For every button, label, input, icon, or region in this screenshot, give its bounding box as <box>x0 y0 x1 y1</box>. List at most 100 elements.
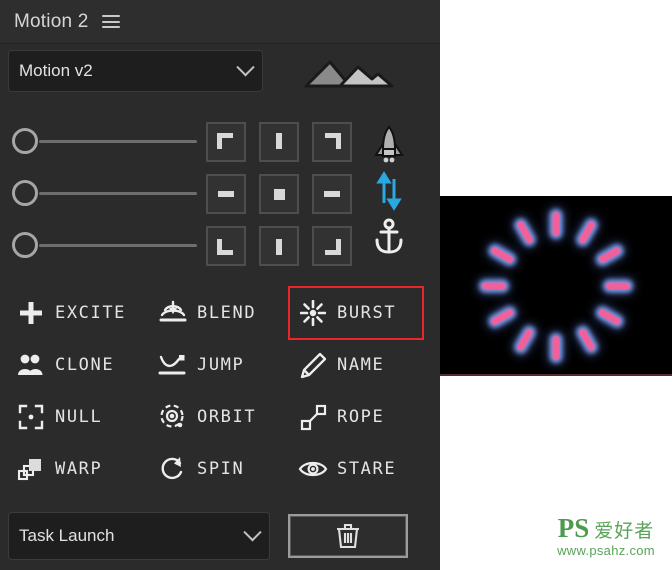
command-stare[interactable]: STARE <box>290 444 422 494</box>
command-warp[interactable]: WARP <box>8 444 140 494</box>
blend-icon <box>158 298 188 328</box>
anchor-middle-left[interactable] <box>206 174 246 214</box>
command-excite[interactable]: EXCITE <box>8 288 140 338</box>
slider-handle[interactable] <box>12 180 38 206</box>
motion-panel: Motion 2 Motion v2 EXCITE BLEND BURST CL… <box>0 0 440 570</box>
corner-bottom-left-icon <box>217 237 235 255</box>
arrows-vertical-icon[interactable] <box>370 170 410 214</box>
burst-capsule <box>577 327 597 352</box>
command-null[interactable]: NULL <box>8 392 140 442</box>
burst-capsule <box>552 212 560 236</box>
screenshot-root: Motion 2 Motion v2 EXCITE BLEND BURST CL… <box>0 0 672 570</box>
rocket-icon[interactable] <box>370 124 410 168</box>
side-icon-column <box>368 118 414 274</box>
burst-capsule <box>552 336 560 360</box>
pencil-icon <box>298 350 328 380</box>
command-clone[interactable]: CLONE <box>8 340 140 390</box>
slider-3[interactable] <box>12 230 197 260</box>
slider-track[interactable] <box>39 139 197 143</box>
burst-capsule <box>490 245 515 265</box>
command-label: NULL <box>55 407 103 427</box>
command-label: ORBIT <box>197 407 257 427</box>
hamburger-icon[interactable] <box>102 15 121 28</box>
anchor-bottom-center[interactable] <box>259 226 299 266</box>
burst-capsule <box>597 307 622 327</box>
spin-icon <box>158 454 188 484</box>
anchor-top-center[interactable] <box>259 122 299 162</box>
page-title: Motion 2 <box>14 10 89 32</box>
preview-area <box>440 0 672 570</box>
chevron-down-icon <box>236 57 255 76</box>
anchor-middle-right[interactable] <box>312 174 352 214</box>
slider-handle[interactable] <box>12 128 38 154</box>
slider-2[interactable] <box>12 178 197 208</box>
command-label: NAME <box>337 355 385 375</box>
anchor-bottom-left[interactable] <box>206 226 246 266</box>
task-dropdown[interactable]: Task Launch <box>8 512 270 560</box>
command-blend[interactable]: BLEND <box>150 288 282 338</box>
anchor-top-left[interactable] <box>206 122 246 162</box>
command-label: STARE <box>337 459 397 479</box>
command-rope[interactable]: ROPE <box>290 392 422 442</box>
command-label: SPIN <box>197 459 245 479</box>
burst-preview[interactable] <box>440 196 672 376</box>
command-name[interactable]: NAME <box>290 340 422 390</box>
command-spin[interactable]: SPIN <box>150 444 282 494</box>
plus-icon <box>16 298 46 328</box>
preset-value: Motion v2 <box>19 61 93 80</box>
anchor-center[interactable] <box>259 174 299 214</box>
transform-controls <box>0 118 440 278</box>
bar-horizontal-icon <box>217 185 235 203</box>
command-grid: EXCITE BLEND BURST CLONE JUMP NAME NULL … <box>0 286 440 496</box>
command-orbit[interactable]: ORBIT <box>150 392 282 442</box>
task-value: Task Launch <box>19 526 115 545</box>
chevron-down-icon <box>243 522 262 541</box>
bar-horizontal-icon <box>323 185 341 203</box>
mountain-icon[interactable] <box>300 55 396 89</box>
slider-track[interactable] <box>39 243 197 247</box>
corner-top-left-icon <box>217 133 235 151</box>
burst-capsules <box>440 196 672 376</box>
rope-icon <box>298 402 328 432</box>
command-jump[interactable]: JUMP <box>150 340 282 390</box>
burst-capsule <box>515 327 535 352</box>
slider-track[interactable] <box>39 191 197 195</box>
command-label: ROPE <box>337 407 385 427</box>
burst-capsule <box>597 245 622 265</box>
corner-bottom-right-icon <box>323 237 341 255</box>
clone-icon <box>16 350 46 380</box>
preset-row: Motion v2 <box>0 50 440 95</box>
delete-button-inner <box>290 516 406 556</box>
burst-capsule <box>577 220 597 245</box>
panel-header: Motion 2 <box>0 0 440 44</box>
burst-capsule <box>515 220 535 245</box>
command-label: CLONE <box>55 355 115 375</box>
bar-vertical-icon <box>270 133 288 151</box>
square-center-icon <box>270 185 288 203</box>
command-label: JUMP <box>197 355 245 375</box>
anchor-top-right[interactable] <box>312 122 352 162</box>
command-label: BURST <box>337 303 397 323</box>
anchor-bottom-right[interactable] <box>312 226 352 266</box>
jump-icon <box>158 350 188 380</box>
preset-dropdown[interactable]: Motion v2 <box>8 50 263 92</box>
null-icon <box>16 402 46 432</box>
burst-capsule <box>482 282 506 290</box>
bottom-row: Task Launch <box>0 512 440 564</box>
eye-icon <box>298 454 328 484</box>
corner-top-right-icon <box>323 133 341 151</box>
command-label: BLEND <box>197 303 257 323</box>
anchor-icon[interactable] <box>370 216 410 260</box>
command-label: WARP <box>55 459 103 479</box>
burst-capsule <box>490 307 515 327</box>
command-burst[interactable]: BURST <box>288 286 424 340</box>
slider-1[interactable] <box>12 126 197 156</box>
delete-button[interactable] <box>288 514 408 558</box>
command-label: EXCITE <box>55 303 127 323</box>
anchor-point-grid <box>206 118 356 274</box>
orbit-icon <box>158 402 188 432</box>
trash-icon <box>337 523 359 549</box>
slider-handle[interactable] <box>12 232 38 258</box>
bar-vertical-icon <box>270 237 288 255</box>
warp-icon <box>16 454 46 484</box>
